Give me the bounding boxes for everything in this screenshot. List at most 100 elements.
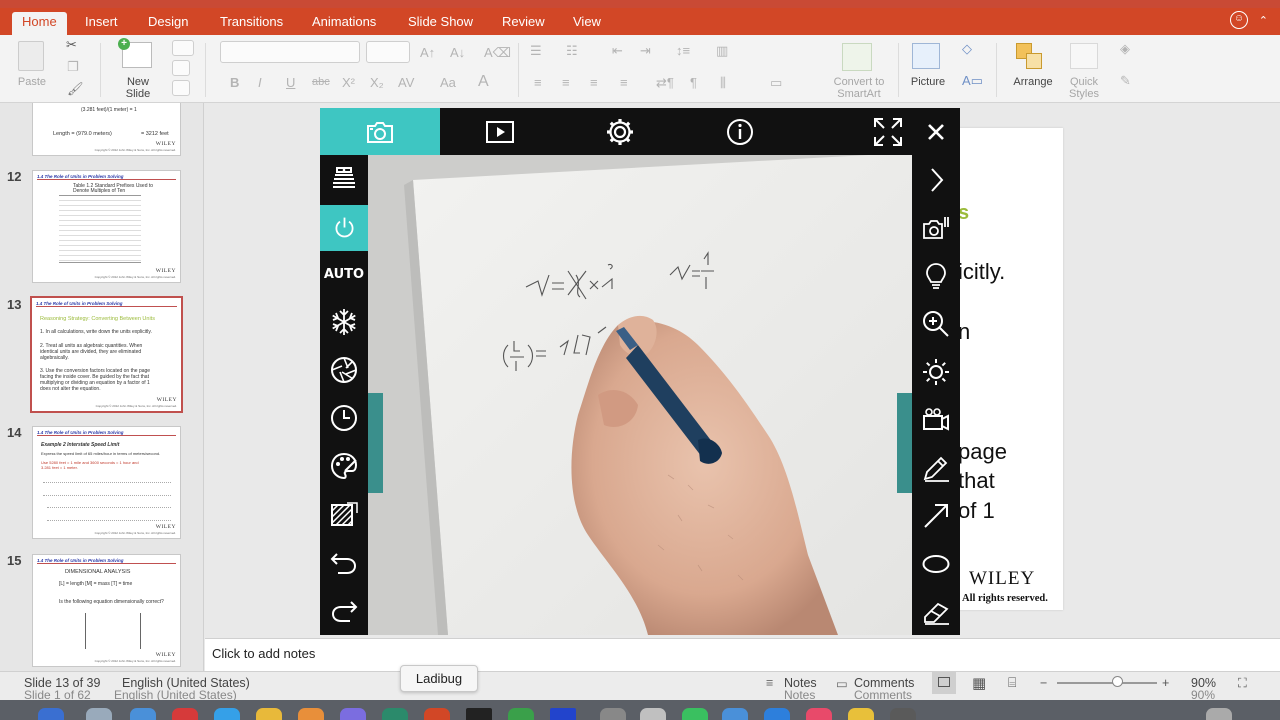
align-right-icon[interactable]: ≡ <box>590 75 598 90</box>
right-drag-handle[interactable] <box>897 393 912 493</box>
smartart-icon[interactable] <box>842 43 872 71</box>
increase-font-icon[interactable]: A↑ <box>420 45 435 60</box>
zoom-out-button[interactable]: − <box>1040 676 1047 690</box>
document-camera-icon[interactable] <box>329 163 359 193</box>
text-box-insert-icon[interactable]: A▭ <box>962 73 983 89</box>
powerpoint-dock-icon[interactable] <box>424 708 450 720</box>
current-slide[interactable] <box>955 128 1063 610</box>
notes-pane[interactable]: Click to add notes <box>205 638 1280 671</box>
app-icon[interactable] <box>256 708 282 720</box>
slide-thumbnail-14[interactable]: 1.4 The Role of Units in Problem Solving… <box>32 426 181 539</box>
zoom-in-button[interactable]: + <box>1162 676 1169 690</box>
align-center-icon[interactable]: ≡ <box>562 75 570 90</box>
numbering-icon[interactable]: ☷ <box>566 43 578 59</box>
bold-button[interactable]: B <box>230 75 239 90</box>
paste-label[interactable]: Paste <box>14 76 50 88</box>
layout-icon[interactable] <box>172 40 194 56</box>
settings-gear-icon[interactable] <box>604 116 636 148</box>
launchpad-icon[interactable] <box>86 708 112 720</box>
convert-smartart-label[interactable]: Convert to SmartArt <box>826 76 892 100</box>
line-spacing-icon[interactable]: ↕≡ <box>676 43 690 58</box>
copy-icon[interactable]: ❐ <box>67 59 79 75</box>
mask-pattern-icon[interactable] <box>329 499 359 529</box>
increase-indent-icon[interactable]: ⇥ <box>640 43 651 59</box>
app-icon[interactable] <box>722 708 748 720</box>
tab-design[interactable]: Design <box>138 12 198 35</box>
zoom-slider-handle[interactable] <box>1111 676 1123 687</box>
shape-outline-icon[interactable]: ✎ <box>1120 73 1131 89</box>
decrease-font-icon[interactable]: A↓ <box>450 45 465 60</box>
app-icon[interactable] <box>848 708 874 720</box>
cut-icon[interactable]: ✂ <box>66 37 77 53</box>
camera-settings-icon[interactable] <box>921 213 951 243</box>
brightness-sun-icon[interactable] <box>921 357 951 387</box>
fullscreen-icon[interactable] <box>872 116 904 148</box>
app-icon[interactable] <box>508 708 534 720</box>
comments-icon[interactable]: ▭ <box>836 676 848 691</box>
app-icon[interactable] <box>172 708 198 720</box>
picture-label[interactable]: Picture <box>906 76 950 88</box>
zoom-in-icon[interactable] <box>921 309 951 339</box>
new-slide-label[interactable]: New Slide <box>118 76 158 100</box>
collapse-ribbon-icon[interactable]: ⌃ <box>1259 14 1268 27</box>
superscript-button[interactable]: X² <box>342 75 355 90</box>
finder-icon[interactable] <box>38 708 64 720</box>
shapes-icon[interactable]: ◇ <box>962 41 972 57</box>
slide-thumbnail-15[interactable]: 1.4 The Role of Units in Problem Solving… <box>32 554 181 667</box>
font-size-dropdown[interactable] <box>366 41 410 63</box>
app-icon[interactable] <box>764 708 790 720</box>
align-text-icon[interactable]: ⫼ <box>720 75 726 91</box>
columns-icon[interactable]: ▥ <box>716 43 728 59</box>
quick-styles-label[interactable]: Quick Styles <box>1060 76 1108 100</box>
tab-animations[interactable]: Animations <box>302 12 386 35</box>
format-painter-icon[interactable]: 🖌 <box>67 81 84 97</box>
text-box-icon[interactable]: ▭ <box>770 75 782 91</box>
underline-button[interactable]: U <box>286 75 295 90</box>
tab-review[interactable]: Review <box>492 12 555 35</box>
subscript-button[interactable]: X₂ <box>370 75 384 90</box>
camera-icon[interactable] <box>364 116 396 148</box>
shape-fill-icon[interactable]: ◈ <box>1120 41 1130 57</box>
close-icon[interactable] <box>920 116 952 148</box>
picture-icon[interactable] <box>912 43 940 69</box>
timer-clock-icon[interactable] <box>329 403 359 433</box>
tab-insert[interactable]: Insert <box>75 12 128 35</box>
auto-focus-button[interactable]: AUTO <box>320 267 368 282</box>
slide-sorter-icon[interactable]: ▦ <box>972 674 986 692</box>
font-name-dropdown[interactable] <box>220 41 360 63</box>
slide-thumbnail-12[interactable]: 1.4 The Role of Units in Problem Solving… <box>32 170 181 283</box>
info-icon[interactable] <box>724 116 756 148</box>
pen-draw-icon[interactable] <box>921 453 951 483</box>
ellipse-draw-icon[interactable] <box>921 549 951 579</box>
notes-icon[interactable]: ≡ <box>766 676 773 690</box>
palette-icon[interactable] <box>329 451 359 481</box>
text-direction-icon[interactable]: ⇄¶ <box>656 75 674 91</box>
tab-view[interactable]: View <box>563 12 611 35</box>
eraser-icon[interactable] <box>921 597 951 627</box>
app-icon[interactable] <box>550 708 576 720</box>
safari-icon[interactable] <box>130 708 156 720</box>
justify-icon[interactable]: ≡ <box>620 75 628 90</box>
record-camcorder-icon[interactable] <box>921 405 951 435</box>
quick-styles-icon[interactable] <box>1070 43 1098 69</box>
redo-icon[interactable] <box>329 595 359 625</box>
zoom-slider-track[interactable] <box>1057 682 1157 684</box>
left-drag-handle[interactable] <box>368 393 383 493</box>
arrow-draw-icon[interactable] <box>921 501 951 531</box>
power-button-active[interactable] <box>320 205 368 251</box>
tab-slide-show[interactable]: Slide Show <box>398 12 483 35</box>
freeze-snowflake-icon[interactable] <box>329 307 359 337</box>
bullets-icon[interactable]: ☰ <box>530 43 542 59</box>
reset-icon[interactable] <box>172 60 190 76</box>
app-icon[interactable] <box>890 708 916 720</box>
app-icon[interactable] <box>298 708 324 720</box>
section-icon[interactable] <box>172 80 190 96</box>
slide-thumbnail-13-selected[interactable]: 1.4 The Role of Units in Problem Solving… <box>30 296 183 413</box>
strikethrough-button[interactable]: abc <box>312 76 330 88</box>
character-spacing-icon[interactable]: AV <box>398 75 414 90</box>
align-left-icon[interactable]: ≡ <box>534 75 542 90</box>
app-icon[interactable] <box>214 708 240 720</box>
slide-thumbnails-panel[interactable]: (3.281 feet)/(1 meter) = 1 Length = (979… <box>0 103 204 671</box>
arrange-label[interactable]: Arrange <box>1008 76 1058 88</box>
italic-button[interactable]: I <box>258 75 262 90</box>
